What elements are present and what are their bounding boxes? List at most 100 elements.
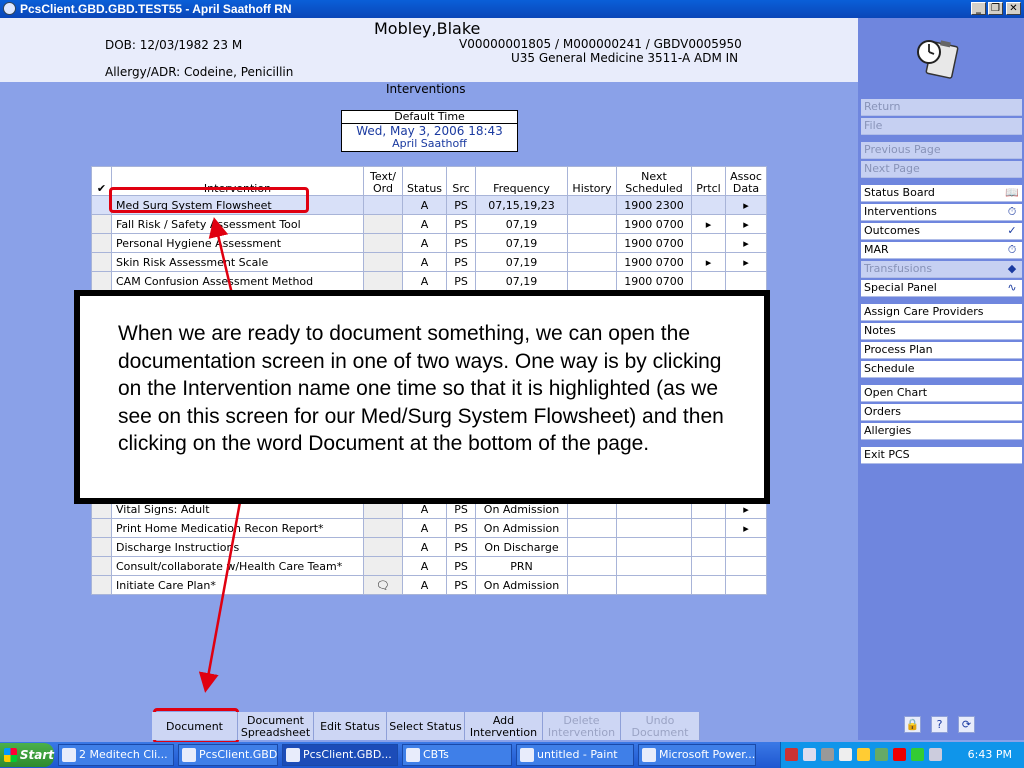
next-scheduled-cell[interactable]: [616, 518, 692, 538]
text-ord-cell[interactable]: [363, 537, 403, 557]
status-cell[interactable]: A: [402, 537, 447, 557]
status-cell[interactable]: A: [402, 575, 447, 595]
history-cell[interactable]: [567, 252, 617, 272]
src-cell[interactable]: PS: [446, 575, 476, 595]
src-cell[interactable]: PS: [446, 556, 476, 576]
table-row[interactable]: Fall Risk / Safety Assessment Tool A PS 07,…: [91, 214, 767, 234]
intervention-name[interactable]: CAM Confusion Assessment Method: [111, 271, 364, 291]
intervention-name[interactable]: Discharge Instructions: [111, 537, 364, 557]
status-cell[interactable]: A: [402, 271, 447, 291]
table-row[interactable]: CAM Confusion Assessment Method A PS 07,19 1…: [91, 271, 767, 291]
frequency-cell[interactable]: On Admission: [475, 575, 568, 595]
taskbar-task[interactable]: 2 Meditech Cli...: [58, 744, 174, 766]
sidebar-item-notes[interactable]: Notes: [861, 323, 1022, 340]
history-cell[interactable]: [567, 518, 617, 538]
assoc-data-cell[interactable]: [725, 271, 767, 291]
sidebar-item-process-plan[interactable]: Process Plan: [861, 342, 1022, 359]
text-ord-cell[interactable]: 🗨: [363, 575, 403, 595]
next-scheduled-cell[interactable]: 1900 0700: [616, 233, 692, 253]
prtcl-cell[interactable]: [691, 575, 726, 595]
prtcl-cell[interactable]: [691, 233, 726, 253]
restore-button[interactable]: ❐: [988, 2, 1003, 15]
text-ord-cell[interactable]: [363, 271, 403, 291]
help-icon[interactable]: ?: [931, 716, 948, 733]
row-check-cell[interactable]: [91, 575, 112, 595]
row-check-cell[interactable]: [91, 518, 112, 538]
start-button[interactable]: Start: [0, 743, 54, 767]
intervention-name[interactable]: Initiate Care Plan*: [111, 575, 364, 595]
tray-icon[interactable]: [893, 748, 906, 761]
tray-icon[interactable]: [785, 748, 798, 761]
src-cell[interactable]: PS: [446, 518, 476, 538]
table-row[interactable]: Discharge Instructions A PS On Discharge: [91, 537, 767, 557]
taskbar-task[interactable]: Microsoft Power...: [638, 744, 756, 766]
lock-icon[interactable]: 🔒: [904, 716, 921, 733]
edit-status-button[interactable]: Edit Status: [314, 712, 387, 740]
sidebar-item-special-panel[interactable]: Special Panel ∿: [861, 280, 1022, 297]
next-scheduled-cell[interactable]: 1900 0700: [616, 214, 692, 234]
taskbar-task[interactable]: PcsClient.GBD....: [178, 744, 278, 766]
tray-icon[interactable]: [911, 748, 924, 761]
status-cell[interactable]: A: [402, 252, 447, 272]
sidebar-item-transfusions[interactable]: Transfusions ◆: [861, 261, 1022, 278]
sidebar-item-status-board[interactable]: Status Board 📖: [861, 185, 1022, 202]
col-status[interactable]: Status: [402, 166, 447, 196]
row-check-cell[interactable]: [91, 233, 112, 253]
row-check-cell[interactable]: [91, 271, 112, 291]
col-next-scheduled[interactable]: Next Scheduled: [616, 166, 692, 196]
next-scheduled-cell[interactable]: [616, 575, 692, 595]
frequency-cell[interactable]: 07,19: [475, 214, 568, 234]
add-intervention-button[interactable]: Add Intervention: [465, 712, 543, 740]
refresh-icon[interactable]: ⟳: [958, 716, 975, 733]
src-cell[interactable]: PS: [446, 252, 476, 272]
taskbar-task[interactable]: PcsClient.GBD...: [282, 744, 398, 766]
frequency-cell[interactable]: 07,15,19,23: [475, 195, 568, 215]
history-cell[interactable]: [567, 195, 617, 215]
prtcl-cell[interactable]: [691, 556, 726, 576]
tray-icon[interactable]: [821, 748, 834, 761]
minimize-button[interactable]: _: [971, 2, 986, 15]
taskbar-task[interactable]: CBTs: [402, 744, 512, 766]
history-cell[interactable]: [567, 271, 617, 291]
default-time-box[interactable]: Default Time Wed, May 3, 2006 18:43 Apri…: [341, 110, 518, 152]
next-scheduled-cell[interactable]: 1900 2300: [616, 195, 692, 215]
table-row[interactable]: Skin Risk Assessment Scale A PS 07,19 1900 0…: [91, 252, 767, 272]
col-assoc-data[interactable]: Assoc Data: [725, 166, 767, 196]
text-ord-cell[interactable]: [363, 195, 403, 215]
text-ord-cell[interactable]: [363, 233, 403, 253]
next-scheduled-cell[interactable]: 1900 0700: [616, 252, 692, 272]
table-row[interactable]: Initiate Care Plan* 🗨 A PS On Admission: [91, 575, 767, 595]
sidebar-item-outcomes[interactable]: Outcomes ✓: [861, 223, 1022, 240]
status-cell[interactable]: A: [402, 233, 447, 253]
tray-icon[interactable]: [929, 748, 942, 761]
tray-icon[interactable]: [839, 748, 852, 761]
table-row[interactable]: Print Home Medication Recon Report* A PS On…: [91, 518, 767, 538]
text-ord-cell[interactable]: [363, 518, 403, 538]
document-spreadsheet-button[interactable]: Document Spreadsheet: [238, 712, 314, 740]
history-cell[interactable]: [567, 556, 617, 576]
assoc-data-cell[interactable]: ▸: [725, 518, 767, 538]
prtcl-cell[interactable]: [691, 537, 726, 557]
tray-icon[interactable]: [803, 748, 816, 761]
frequency-cell[interactable]: 07,19: [475, 271, 568, 291]
undo-document-button[interactable]: Undo Document: [621, 712, 700, 740]
history-cell[interactable]: [567, 537, 617, 557]
col-frequency[interactable]: Frequency: [475, 166, 568, 196]
sidebar-item-mar[interactable]: MAR ⏱: [861, 242, 1022, 259]
tray-icon[interactable]: [875, 748, 888, 761]
intervention-name[interactable]: Fall Risk / Safety Assessment Tool: [111, 214, 364, 234]
text-ord-cell[interactable]: [363, 214, 403, 234]
assoc-data-cell[interactable]: ▸: [725, 214, 767, 234]
src-cell[interactable]: PS: [446, 214, 476, 234]
table-row[interactable]: Personal Hygiene Assessment A PS 07,19 1900 …: [91, 233, 767, 253]
frequency-cell[interactable]: 07,19: [475, 233, 568, 253]
row-check-cell[interactable]: [91, 556, 112, 576]
row-check-cell[interactable]: [91, 252, 112, 272]
document-button[interactable]: Document: [152, 712, 238, 740]
frequency-cell[interactable]: PRN: [475, 556, 568, 576]
next-scheduled-cell[interactable]: [616, 556, 692, 576]
status-cell[interactable]: A: [402, 556, 447, 576]
frequency-cell[interactable]: 07,19: [475, 252, 568, 272]
sidebar-item-orders[interactable]: Orders: [861, 404, 1022, 421]
text-ord-cell[interactable]: [363, 556, 403, 576]
